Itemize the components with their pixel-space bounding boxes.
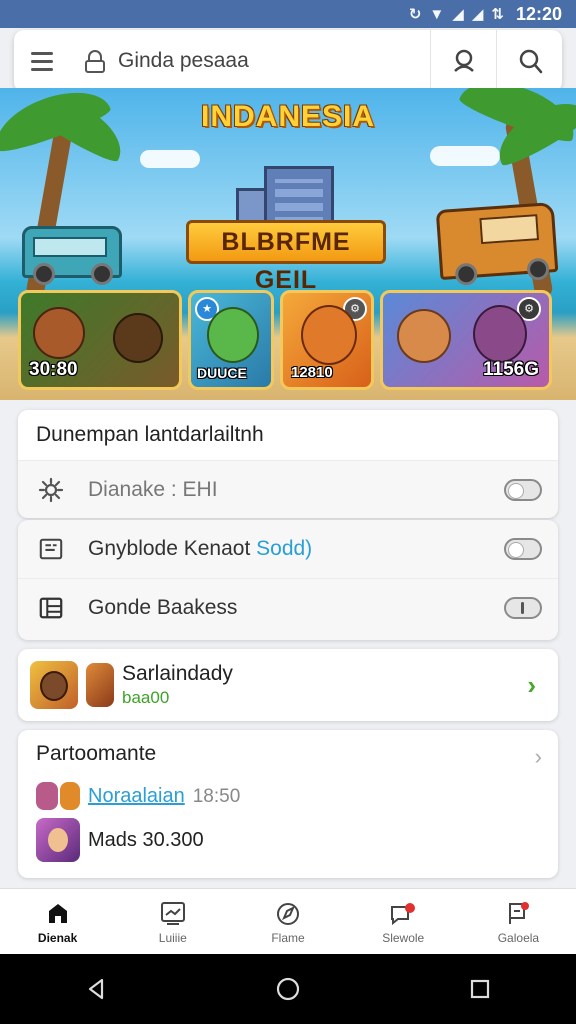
settings-row-label: Gnyblode Kenaot Sodd) [88,537,504,561]
character-portrait [301,305,357,365]
lock-icon [84,48,106,74]
game-logo: BLBRFME GEIL [186,220,386,294]
friend-name: Sarlaindady [122,662,233,685]
home-icon [48,903,67,923]
character-card[interactable]: ⚙ 1156G [380,290,552,390]
nav-item-chart[interactable]: Luiiie [115,889,230,954]
status-time: 12:20 [515,3,562,24]
nav-label: Galoela [497,930,540,945]
chevron-right-icon[interactable]: › [527,670,536,701]
nav-item-home[interactable]: Dienak [0,889,115,954]
entry-text: Mads 30.300 [88,828,204,851]
recents-icon[interactable] [466,975,494,1003]
signal-icon: ◢ [471,6,484,23]
settings-row-label: Gonde Baakess [88,595,238,619]
search-button[interactable] [496,30,562,92]
list-grid-icon [36,593,66,623]
friend-card[interactable]: Sarlaindady baa00 › [18,649,558,721]
banner-title: INDANESIA [200,100,375,133]
truck-graphic [435,201,559,286]
character-score: 1156G [483,359,539,380]
bus-graphic [22,226,122,285]
character-portrait [397,309,451,363]
nav-label: Luiiie [158,930,187,945]
status-bar: ↻ ▼ ◢ ◢ ⇅ 12:20 [0,0,576,28]
toggle-switch[interactable] [504,596,542,619]
avatar [36,818,80,862]
dashboard-icon [36,534,66,564]
search-input[interactable]: Ginda pesaaa [118,49,430,73]
signal-icon: ◢ [452,6,464,23]
chevron-right-icon[interactable]: › [535,744,542,770]
row-label-main: Gnyblode Kenaot [88,537,251,560]
settings-card: Gnyblode Kenaot Sodd) Gonde Baakess [18,520,558,640]
app-screen: ↻ ▼ ◢ ◢ ⇅ 12:20 Ginda pesaaa INDANESIA B… [0,0,576,1024]
player-link[interactable]: Noraalaian [88,785,185,807]
gear-icon [36,475,66,505]
character-score: DUUCE [197,365,247,381]
character-portrait [113,313,163,363]
character-row: 30:80 ★ DUUCE ⚙ 12810 ⚙ 1156G [18,290,558,390]
list-item[interactable]: Noraalaian 18:50 [36,778,540,814]
cloud-decoration [430,146,500,166]
chart-icon [160,901,185,925]
promo-banner[interactable]: INDANESIA BLBRFME GEIL 30:80 ★ DUUCE ⚙ 1… [0,88,576,400]
character-score: 30:80 [29,359,78,380]
settings-row-label: Dianake : EHI [88,477,218,501]
search-icon [519,49,542,74]
cloud-decoration [140,150,200,168]
toggle-switch[interactable] [504,538,542,560]
avatar [86,663,114,707]
profile-button[interactable] [430,30,496,92]
wheel [33,263,55,285]
menu-icon[interactable] [14,30,70,92]
character-card[interactable]: ⚙ 12810 [280,290,374,390]
character-card[interactable]: ★ DUUCE [188,290,274,390]
data-icon: ⇅ [491,6,504,23]
system-navigation-bar [0,954,576,1024]
compass-icon [277,902,299,925]
character-portrait [207,307,259,363]
settings-row[interactable]: Dianake : EHI [18,460,558,518]
leaderboard-title: Partoomante [36,742,157,765]
entry-time: 18:50 [192,785,241,807]
avatar [30,661,78,709]
character-portrait [33,307,85,359]
sync-icon: ↻ [408,6,422,23]
search-bar: Ginda pesaaa [14,30,562,92]
nav-label: Slewole [382,930,425,945]
bottom-navigation: Dienak Luiiie Flame Slewole Galoela [0,888,576,954]
settings-card: Dunempan lantdarlailtnh Dianake : EHI [18,410,558,518]
chat-notify-icon [391,902,416,925]
person-icon [453,49,474,72]
nav-label: Flame [271,930,305,945]
character-card[interactable]: 30:80 [18,290,182,390]
nav-item-flag[interactable]: Galoela [461,889,576,954]
avatar [36,782,58,810]
flag-notify-icon [509,901,530,924]
friend-info: Sarlaindady baa00 [122,662,233,708]
wifi-icon: ▼ [429,5,445,23]
settings-row[interactable]: Gnyblode Kenaot Sodd) [18,520,558,578]
avatar [60,782,80,810]
row-label-accent: Sodd) [256,537,313,560]
character-score: 12810 [291,364,333,381]
nav-item-compass[interactable]: Flame [230,889,345,954]
toggle-switch[interactable] [504,478,542,501]
nav-label: Dienak [37,930,78,945]
friend-subtitle: baa00 [122,688,170,707]
leaderboard-card[interactable]: Partoomante › Noraalaian 18:50 Mads 30.30… [18,730,558,878]
list-item[interactable]: Mads 30.300 [36,818,540,862]
nav-item-chat[interactable]: Slewole [346,889,461,954]
wheel [91,263,113,285]
home-circle-icon[interactable] [274,975,302,1003]
settings-row[interactable]: Gonde Baakess [18,578,558,636]
back-icon[interactable] [82,975,110,1003]
settings-header: Dunempan lantdarlailtnh [18,410,558,460]
wheel [454,262,478,286]
character-portrait [473,305,527,363]
